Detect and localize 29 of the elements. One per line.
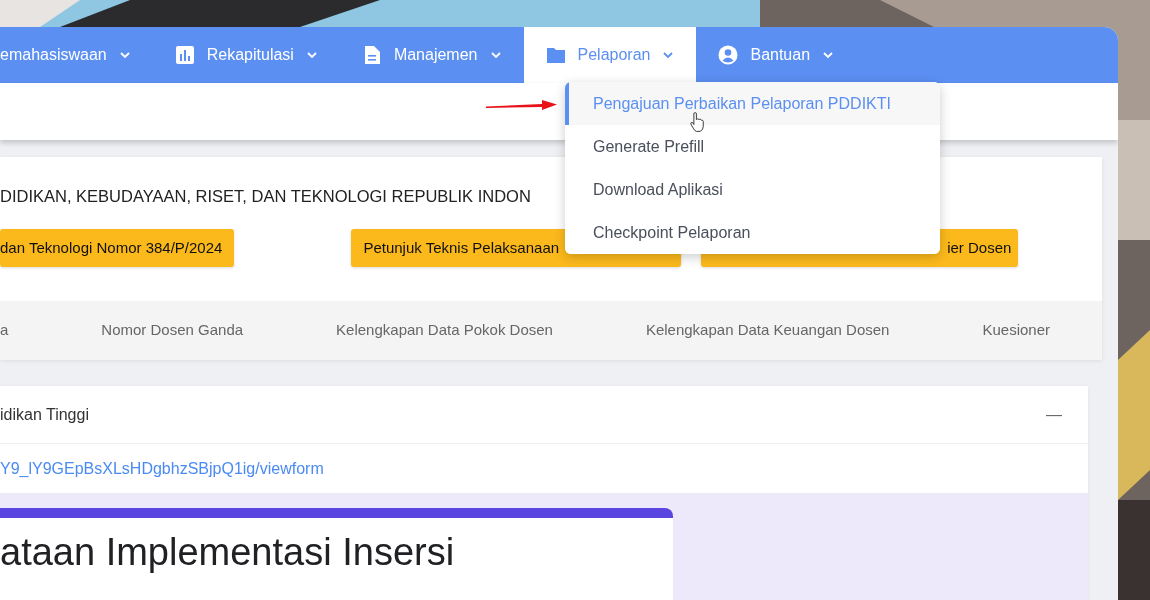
- content-tab[interactable]: Kuesioner: [982, 319, 1050, 342]
- folder-icon: [545, 45, 566, 65]
- nav-tab[interactable]: emahasiswaan: [0, 27, 153, 83]
- form-link[interactable]: Y9_lY9GEpBsXLsHDgbhzSBjpQ1ig/viewform: [0, 456, 324, 481]
- caret-icon: [118, 51, 131, 59]
- nav-tab[interactable]: Manajemen: [339, 27, 524, 83]
- nav-tab[interactable]: Rekapitulasi: [152, 27, 340, 83]
- dropdown-item[interactable]: Download Aplikasi: [565, 168, 940, 211]
- dropdown-item[interactable]: Generate Prefill: [565, 125, 940, 168]
- user-icon: [718, 45, 739, 65]
- dropdown-item[interactable]: Pengajuan Perbaikan Pelaporan PDDIKTI: [565, 82, 940, 125]
- collapse-button[interactable]: —: [1046, 402, 1062, 427]
- arrow-icon: [486, 97, 558, 113]
- caret-icon: [662, 51, 675, 59]
- panel-title: idikan Tinggi: [0, 404, 89, 425]
- content-tab[interactable]: Nomor Dosen Ganda: [101, 319, 244, 342]
- content-tab[interactable]: a: [0, 319, 9, 342]
- dropdown-item[interactable]: Checkpoint Pelaporan: [565, 211, 940, 254]
- announcement-title: DIDIKAN, KEBUDAYAAN, RISET, DAN TEKNOLOGI REPUBLIK INDON: [0, 187, 531, 207]
- content-tab[interactable]: Kelengkapan Data Keuangan Dosen: [645, 319, 890, 342]
- form-title: ataan Implementasi Insersi: [0, 530, 455, 574]
- document-button[interactable]: dan Teknologi Nomor 384/P/2024: [0, 229, 235, 267]
- caret-icon: [822, 51, 835, 59]
- nav-tab[interactable]: Pelaporan: [523, 27, 697, 83]
- pointer-cursor-icon: [690, 112, 704, 132]
- caret-icon: [305, 51, 318, 59]
- caret-icon: [489, 51, 502, 59]
- chart-icon: [174, 45, 195, 65]
- content-tab[interactable]: Kelengkapan Data Pokok Dosen: [336, 319, 553, 342]
